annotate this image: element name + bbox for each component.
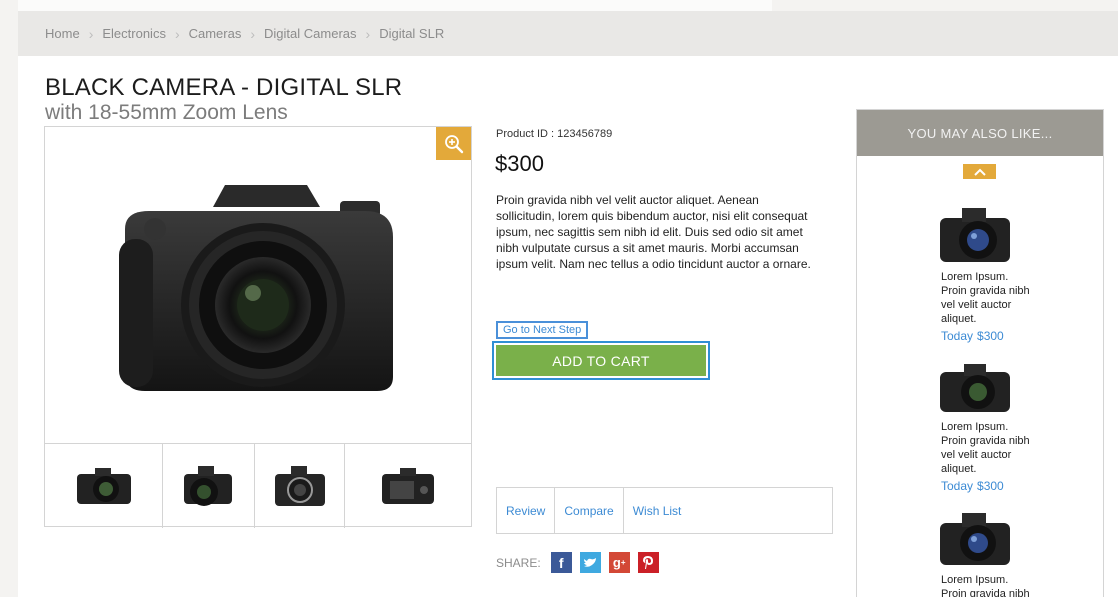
breadcrumb-cameras[interactable]: Cameras <box>189 26 242 41</box>
chevron-right-icon: › <box>88 25 94 42</box>
breadcrumb: Home › Electronics › Cameras › Digital C… <box>18 11 1118 56</box>
recommendations-title: YOU MAY ALSO LIKE... <box>857 110 1103 156</box>
product-price: $300 <box>495 151 544 176</box>
recommendation-item[interactable]: Lorem Ipsum. Proin gravida nibh vel veli… <box>940 362 1031 493</box>
recommendation-price: $300 <box>977 479 1004 493</box>
chevron-up-icon <box>973 168 986 176</box>
add-to-cart-label: ADD TO CART <box>496 345 706 376</box>
camera-thumbnail-image <box>274 466 325 506</box>
chevron-right-icon: › <box>174 25 180 42</box>
camera-thumbnail-image <box>76 468 131 504</box>
review-link[interactable]: Review <box>497 488 556 533</box>
recommendation-item[interactable]: Lorem Ipsum. Proin gravida nibh vel veli… <box>940 206 1031 343</box>
thumbnail-back[interactable] <box>345 444 471 528</box>
product-gallery <box>44 126 472 528</box>
share-label: SHARE: <box>496 555 541 570</box>
compare-link[interactable]: Compare <box>555 488 624 533</box>
thumbnail-strip <box>45 443 471 528</box>
share-bar: SHARE: f g + <box>496 552 667 573</box>
breadcrumb-digital-slr[interactable]: Digital SLR <box>379 26 444 41</box>
recommendation-item[interactable]: Lorem Ipsum. Proin gravida nibh vel veli… <box>940 511 1031 597</box>
chevron-right-icon: › <box>250 25 256 42</box>
camera-thumbnail-image <box>382 468 434 504</box>
zoom-button[interactable] <box>436 127 471 160</box>
breadcrumb-electronics[interactable]: Electronics <box>102 26 166 41</box>
camera-thumbnail-image <box>940 513 1010 565</box>
product-description: Proin gravida nibh vel velit auctor aliq… <box>496 193 811 271</box>
recommendation-price: $300 <box>977 329 1004 343</box>
recommendations-panel: YOU MAY ALSO LIKE... Lorem Ipsum. Proin … <box>856 109 1104 597</box>
product-subtitle: with 18-55mm Zoom Lens <box>45 101 288 124</box>
camera-thumbnail-image <box>183 466 232 506</box>
camera-thumbnail-image <box>940 208 1010 262</box>
next-step-link[interactable]: Go to Next Step <box>496 321 589 339</box>
thumbnail-front[interactable] <box>45 444 163 528</box>
product-id: Product ID : 123456789 <box>496 128 613 140</box>
thumbnail-angle[interactable] <box>163 444 255 528</box>
product-title: BLACK CAMERA - DIGITAL SLR <box>45 74 403 101</box>
camera-main-image <box>119 185 393 391</box>
product-actions: Review Compare Wish List <box>496 487 833 534</box>
twitter-bird-glyph <box>584 557 597 567</box>
top-strip <box>18 0 772 11</box>
facebook-icon[interactable]: f <box>550 552 572 573</box>
pinterest-glyph <box>643 556 654 569</box>
add-to-cart-button[interactable]: ADD TO CART <box>492 341 710 380</box>
recommendation-text: Lorem Ipsum. Proin gravida nibh vel veli… <box>941 421 1030 475</box>
thumbnail-no-lens[interactable] <box>255 444 345 528</box>
pinterest-icon[interactable] <box>637 552 659 573</box>
recommendation-text: Lorem Ipsum. Proin gravida nibh vel veli… <box>941 574 1030 597</box>
chevron-right-icon: › <box>365 25 371 42</box>
zoom-in-icon <box>444 134 463 153</box>
recommendation-text: Lorem Ipsum. Proin gravida nibh vel veli… <box>941 271 1030 325</box>
breadcrumb-digital-cameras[interactable]: Digital Cameras <box>264 26 356 41</box>
twitter-icon[interactable] <box>579 552 601 573</box>
camera-thumbnail-image <box>940 364 1010 412</box>
recommendation-date: Today <box>941 329 974 343</box>
breadcrumb-home[interactable]: Home <box>45 26 80 41</box>
wish-list-link[interactable]: Wish List <box>624 488 691 533</box>
scroll-up-button[interactable] <box>963 164 996 179</box>
recommendation-date: Today <box>941 479 974 493</box>
google-plus-icon[interactable]: g + <box>608 552 630 573</box>
product-page: Home › Electronics › Cameras › Digital C… <box>18 11 1118 597</box>
